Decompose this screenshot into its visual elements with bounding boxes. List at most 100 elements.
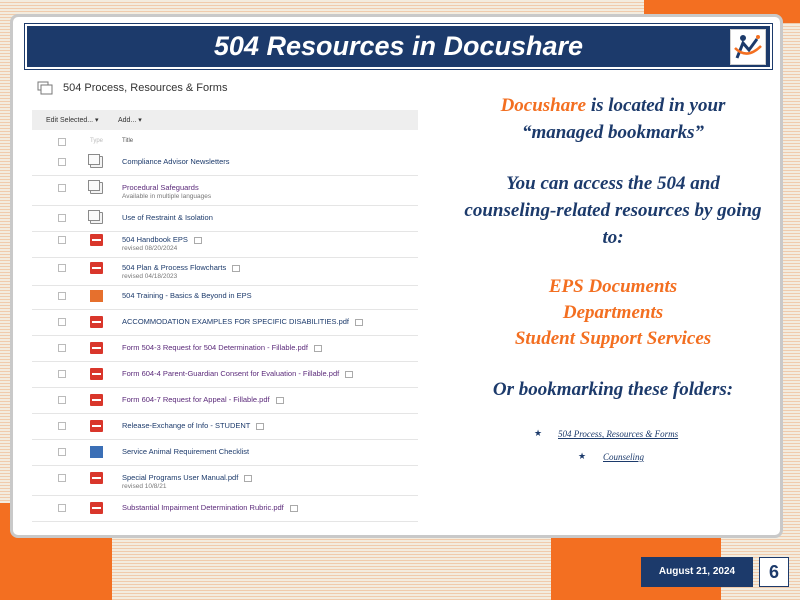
bullet-student-support-services: Student Support Services — [514, 328, 712, 349]
comment-icon — [275, 396, 284, 404]
table-row[interactable]: Compliance Advisor Newsletters — [32, 150, 418, 176]
row-title[interactable]: Special Programs User Manual.pdf — [122, 473, 253, 482]
row-title[interactable]: Service Animal Requirement Checklist — [122, 447, 249, 456]
table-row[interactable]: Special Programs User Manual.pdf revised … — [32, 466, 418, 496]
row-title[interactable]: Form 604-4 Parent-Guardian Consent for E… — [122, 369, 354, 378]
caret-down-icon: ▾ — [138, 117, 142, 124]
row-title[interactable]: Form 604-7 Request for Appeal - Fillable… — [122, 395, 284, 404]
row-title[interactable]: ACCOMMODATION EXAMPLES FOR SPECIFIC DISA… — [122, 317, 363, 326]
row-checkbox[interactable] — [58, 448, 66, 456]
bullet-departments: Departments — [562, 302, 664, 323]
column-title: Title — [122, 138, 134, 144]
pdf-file-icon — [90, 262, 103, 274]
table-row[interactable]: 504 Handbook EPS revised 08/20/2024 — [32, 228, 418, 258]
star-icon: ★ — [578, 451, 587, 461]
row-checkbox[interactable] — [58, 422, 66, 430]
row-subtitle: revised 04/18/2023 — [122, 273, 178, 280]
row-checkbox[interactable] — [58, 318, 66, 326]
add-button[interactable]: Add... ▾ — [118, 116, 142, 124]
intro-line-2: “managed bookmarks” — [521, 122, 705, 143]
row-checkbox[interactable] — [58, 396, 66, 404]
document-icon — [90, 446, 103, 458]
intro-line-1: Docushare is located in your — [500, 95, 726, 116]
table-row[interactable]: Form 604-4 Parent-Guardian Consent for E… — [32, 362, 418, 388]
pdf-file-icon — [90, 368, 103, 380]
docushare-word: Docushare — [500, 95, 587, 116]
pdf-file-icon — [90, 342, 103, 354]
access-line-1: You can access the 504 and — [506, 173, 720, 194]
table-row[interactable]: Procedural Safeguards Available in multip… — [32, 176, 418, 206]
comment-icon — [345, 370, 354, 378]
comment-icon — [193, 236, 202, 244]
table-row[interactable]: ACCOMMODATION EXAMPLES FOR SPECIFIC DISA… — [32, 310, 418, 336]
row-title[interactable]: 504 Plan & Process Flowcharts — [122, 263, 241, 272]
table-row[interactable]: Release-Exchange of Info - STUDENT — [32, 414, 418, 440]
access-line-2: counseling-related resources by going — [464, 200, 762, 221]
comment-icon — [355, 318, 363, 326]
folder-link-504-process[interactable]: 504 Process, Resources & Forms — [558, 429, 678, 439]
edit-selected-button[interactable]: Edit Selected... ▾ — [46, 116, 99, 124]
slide-title: 504 Resources in Docushare — [213, 31, 584, 61]
pdf-file-icon — [90, 420, 103, 432]
table-row[interactable]: Form 504-3 Request for 504 Determination… — [32, 336, 418, 362]
comment-icon — [289, 504, 298, 512]
row-checkbox[interactable] — [58, 474, 66, 482]
access-line-3: to: — [602, 227, 624, 248]
pdf-file-icon — [90, 394, 103, 406]
folder-icon — [88, 154, 103, 168]
breadcrumb-label: 504 Process, Resources & Forms — [63, 82, 228, 94]
pdf-file-icon — [90, 502, 103, 514]
row-title[interactable]: Release-Exchange of Info - STUDENT — [122, 421, 265, 430]
comment-icon — [244, 474, 253, 482]
folder-icon — [88, 210, 103, 224]
title-bar: 504 Resources in Docushare — [24, 23, 773, 70]
row-checkbox[interactable] — [58, 504, 66, 512]
caret-down-icon: ▾ — [95, 117, 99, 124]
pdf-file-icon — [90, 234, 103, 246]
column-type: Type — [90, 138, 104, 144]
row-checkbox[interactable] — [58, 292, 66, 300]
table-row[interactable]: Substantial Impairment Determination Rub… — [32, 496, 418, 522]
row-subtitle: Available in multiple languages — [122, 193, 212, 200]
select-all-checkbox[interactable] — [58, 138, 66, 146]
row-subtitle: revised 08/20/2024 — [122, 245, 178, 252]
district-logo-icon — [730, 29, 766, 65]
comment-icon — [256, 422, 265, 430]
row-checkbox[interactable] — [58, 236, 66, 244]
row-title[interactable]: Form 504-3 Request for 504 Determination… — [122, 343, 322, 352]
folder-icon — [37, 81, 53, 95]
row-subtitle: revised 10/8/21 — [122, 483, 167, 490]
comment-icon — [232, 264, 241, 272]
star-icon: ★ — [534, 428, 543, 438]
folder-link-counseling[interactable]: Counseling — [603, 452, 644, 462]
pdf-file-icon — [90, 472, 103, 484]
bullet-eps-documents: EPS Documents — [548, 276, 678, 297]
row-title[interactable]: 504 Training - Basics & Beyond in EPS — [122, 291, 252, 300]
table-header: Type Title — [32, 134, 418, 150]
row-title[interactable]: Compliance Advisor Newsletters — [122, 157, 230, 166]
toolbar: Edit Selected... ▾ Add... ▾ — [32, 110, 418, 130]
table-row[interactable]: 504 Plan & Process Flowcharts revised 04/… — [32, 256, 418, 286]
row-checkbox[interactable] — [58, 264, 66, 272]
table-row[interactable]: Form 604-7 Request for Appeal - Fillable… — [32, 388, 418, 414]
date-label: August 21, 2024 — [641, 557, 753, 587]
breadcrumb[interactable]: 504 Process, Resources & Forms — [37, 80, 227, 96]
row-checkbox[interactable] — [58, 370, 66, 378]
folder-icon — [88, 180, 103, 194]
row-checkbox[interactable] — [58, 184, 66, 192]
row-title[interactable]: 504 Handbook EPS — [122, 235, 202, 244]
row-checkbox[interactable] — [58, 158, 66, 166]
page-number: 6 — [759, 557, 789, 587]
table-row[interactable]: 504 Training - Basics & Beyond in EPS — [32, 284, 418, 310]
comment-icon — [313, 344, 322, 352]
table-row[interactable]: Service Animal Requirement Checklist — [32, 440, 418, 466]
row-checkbox[interactable] — [58, 344, 66, 352]
pdf-file-icon — [90, 290, 103, 302]
row-title[interactable]: Use of Restraint & Isolation — [122, 213, 213, 222]
pdf-file-icon — [90, 316, 103, 328]
row-title[interactable]: Substantial Impairment Determination Rub… — [122, 503, 298, 512]
bookmark-heading: Or bookmarking these folders: — [492, 379, 734, 400]
docushare-screenshot: 504 Process, Resources & Forms Edit Sele… — [32, 76, 418, 534]
row-checkbox[interactable] — [58, 214, 66, 222]
row-title[interactable]: Procedural Safeguards — [122, 183, 199, 192]
